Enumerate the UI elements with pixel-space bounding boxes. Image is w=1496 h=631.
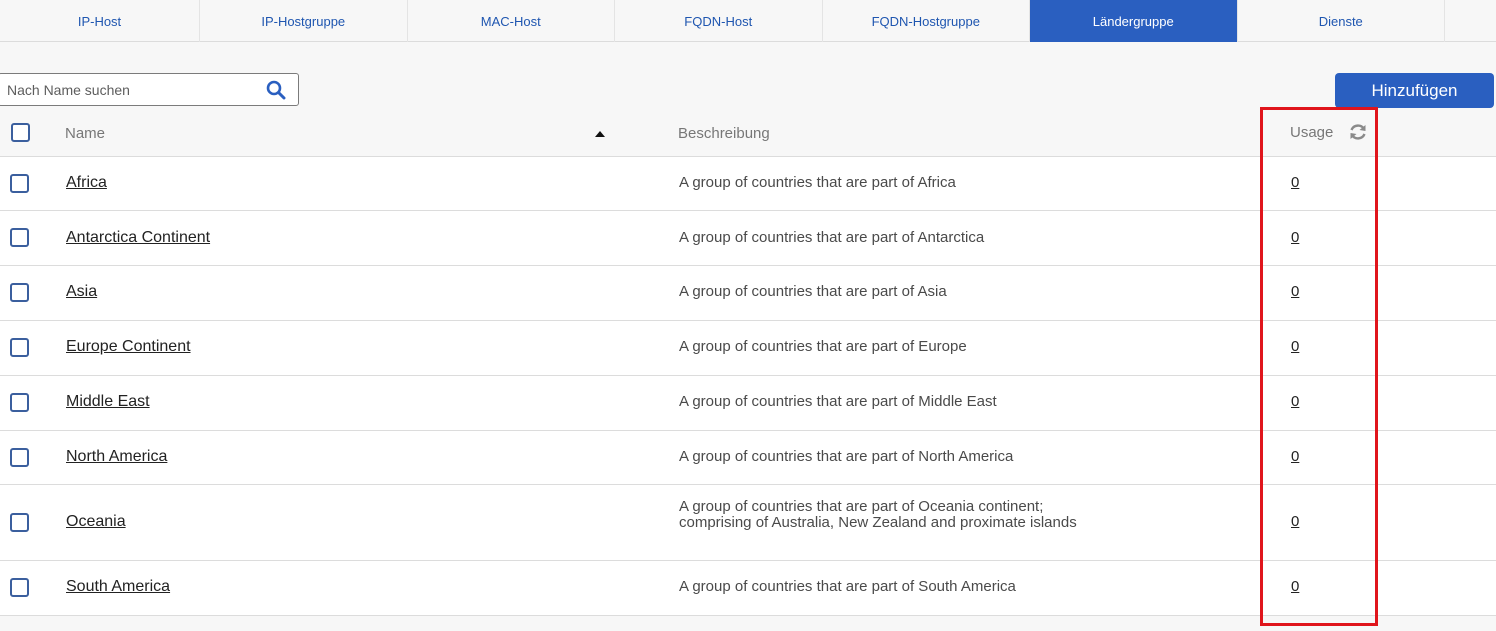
row-description: A group of countries that are part of Mi… bbox=[679, 393, 997, 410]
add-button[interactable]: Hinzufügen bbox=[1335, 73, 1494, 108]
table-row: Europe Continent A group of countries th… bbox=[0, 321, 1496, 376]
row-description: A group of countries that are part of Oc… bbox=[679, 498, 1077, 531]
select-all-checkbox[interactable] bbox=[11, 123, 30, 142]
table-row: North America A group of countries that … bbox=[0, 431, 1496, 485]
row-usage-link[interactable]: 0 bbox=[1291, 174, 1299, 191]
table-row: Antarctica Continent A group of countrie… bbox=[0, 211, 1496, 266]
row-checkbox[interactable] bbox=[10, 228, 29, 247]
tab-mac-host[interactable]: MAC-Host bbox=[408, 0, 615, 42]
tab-laendergruppe[interactable]: Ländergruppe bbox=[1030, 0, 1238, 42]
search-box bbox=[0, 73, 299, 106]
row-name-link[interactable]: Europe Continent bbox=[66, 338, 191, 356]
row-description: A group of countries that are part of As… bbox=[679, 283, 947, 300]
row-name-link[interactable]: Oceania bbox=[66, 513, 126, 531]
row-usage-link[interactable]: 0 bbox=[1291, 393, 1299, 410]
row-usage-link[interactable]: 0 bbox=[1291, 513, 1299, 530]
table-row: Africa A group of countries that are par… bbox=[0, 157, 1496, 211]
row-name-link[interactable]: South America bbox=[66, 578, 170, 596]
row-checkbox[interactable] bbox=[10, 448, 29, 467]
row-description: A group of countries that are part of So… bbox=[679, 578, 1016, 595]
tab-bar: IP-Host IP-Hostgruppe MAC-Host FQDN-Host… bbox=[0, 0, 1496, 42]
tab-bar-filler bbox=[1445, 0, 1496, 41]
column-header-usage: Usage bbox=[1290, 124, 1334, 141]
column-header-description: Beschreibung bbox=[678, 125, 770, 142]
table-body: Africa A group of countries that are par… bbox=[0, 157, 1496, 616]
row-name-link[interactable]: Africa bbox=[66, 174, 107, 192]
row-name-link[interactable]: Antarctica Continent bbox=[66, 229, 210, 247]
tab-ip-host[interactable]: IP-Host bbox=[0, 0, 200, 42]
row-usage-link[interactable]: 0 bbox=[1291, 448, 1299, 465]
table-row: Asia A group of countries that are part … bbox=[0, 266, 1496, 321]
row-description: A group of countries that are part of No… bbox=[679, 448, 1014, 465]
table-row: Oceania A group of countries that are pa… bbox=[0, 485, 1496, 561]
table-row: Middle East A group of countries that ar… bbox=[0, 376, 1496, 431]
row-usage-link[interactable]: 0 bbox=[1291, 283, 1299, 300]
table-row: South America A group of countries that … bbox=[0, 561, 1496, 616]
row-checkbox[interactable] bbox=[10, 393, 29, 412]
tab-fqdn-hostgruppe[interactable]: FQDN-Hostgruppe bbox=[823, 0, 1030, 42]
row-description: A group of countries that are part of An… bbox=[679, 229, 985, 246]
row-name-link[interactable]: North America bbox=[66, 448, 167, 466]
tab-ip-hostgruppe[interactable]: IP-Hostgruppe bbox=[200, 0, 408, 42]
row-usage-link[interactable]: 0 bbox=[1291, 338, 1299, 355]
row-checkbox[interactable] bbox=[10, 578, 29, 597]
column-header-name[interactable]: Name bbox=[65, 125, 105, 142]
row-checkbox[interactable] bbox=[10, 513, 29, 532]
row-usage-link[interactable]: 0 bbox=[1291, 229, 1299, 246]
table-header: Name Beschreibung Usage bbox=[0, 108, 1496, 157]
tab-dienste[interactable]: Dienste bbox=[1238, 0, 1445, 42]
tab-fqdn-host[interactable]: FQDN-Host bbox=[615, 0, 823, 42]
row-checkbox[interactable] bbox=[10, 174, 29, 193]
refresh-icon[interactable] bbox=[1348, 122, 1368, 142]
row-checkbox[interactable] bbox=[10, 338, 29, 357]
search-icon[interactable] bbox=[266, 80, 286, 100]
row-description: A group of countries that are part of Af… bbox=[679, 174, 956, 191]
row-name-link[interactable]: Middle East bbox=[66, 393, 150, 411]
row-usage-link[interactable]: 0 bbox=[1291, 578, 1299, 595]
row-name-link[interactable]: Asia bbox=[66, 283, 97, 301]
search-input[interactable] bbox=[7, 81, 247, 99]
row-description: A group of countries that are part of Eu… bbox=[679, 338, 967, 355]
row-checkbox[interactable] bbox=[10, 283, 29, 302]
sort-ascending-icon[interactable] bbox=[595, 131, 605, 137]
